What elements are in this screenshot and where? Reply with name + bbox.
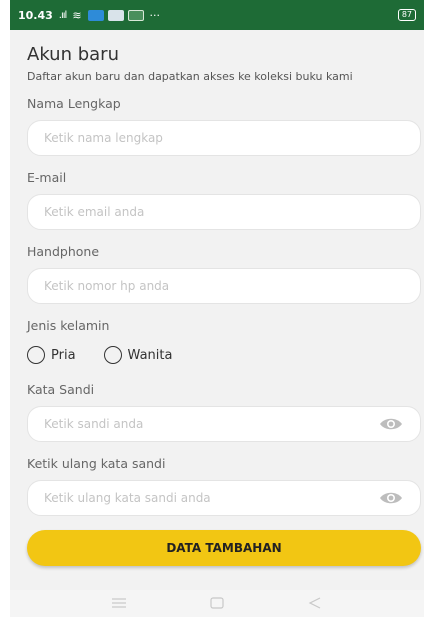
password-input[interactable]: Ketik sandi anda [27,406,421,442]
app-notification-icon [87,9,104,21]
radio-circle-icon [103,346,122,364]
back-icon[interactable] [307,594,323,613]
confirm-password-input[interactable]: Ketik ulang kata sandi anda [27,480,421,516]
radio-circle-icon [27,346,45,364]
signal-icon: .ııl [58,9,67,21]
gender-radio-pria[interactable]: Pria [27,346,76,364]
more-notifications-icon: ··· [149,8,161,22]
phone-label: Handphone [27,244,100,259]
eye-icon[interactable] [378,491,404,505]
data-tambahan-button[interactable]: DATA TAMBAHAN [27,530,421,566]
system-nav-bar [10,590,424,617]
home-icon[interactable] [209,594,225,613]
password-placeholder: Ketik sandi anda [44,417,144,431]
gender-radio-group: Pria Wanita [27,340,407,370]
status-time: 10.43 [18,8,53,22]
eye-icon[interactable] [378,417,404,431]
confirm-password-placeholder: Ketik ulang kata sandi anda [44,491,211,505]
gender-option-pria: Pria [51,347,76,363]
message-icon [107,9,124,21]
phone-input[interactable]: Ketik nomor hp anda [27,268,421,304]
gender-label: Jenis kelamin [27,318,110,333]
gender-radio-wanita[interactable]: Wanita [103,346,173,364]
gender-option-wanita: Wanita [127,347,173,363]
page-title: Akun baru [27,44,119,65]
page-subtitle: Daftar akun baru dan dapatkan akses ke k… [27,70,353,83]
name-input[interactable]: Ketik nama lengkap [27,120,421,156]
menu-icon[interactable] [111,594,127,613]
email-label: E-mail [27,170,67,185]
battery-icon: 87 [397,9,416,21]
name-placeholder: Ketik nama lengkap [44,131,163,145]
email-input[interactable]: Ketik email anda [27,194,421,230]
password-label: Kata Sandi [27,382,95,397]
gallery-icon [127,9,144,21]
email-placeholder: Ketik email anda [44,205,145,219]
wifi-icon: ≋ [72,8,82,22]
confirm-password-label: Ketik ulang kata sandi [27,456,166,471]
name-label: Nama Lengkap [27,96,121,111]
status-bar: 10.43 .ııl ≋ ··· 87 [10,0,424,30]
register-form: Akun baru Daftar akun baru dan dapatkan … [10,30,424,590]
phone-placeholder: Ketik nomor hp anda [44,279,170,293]
